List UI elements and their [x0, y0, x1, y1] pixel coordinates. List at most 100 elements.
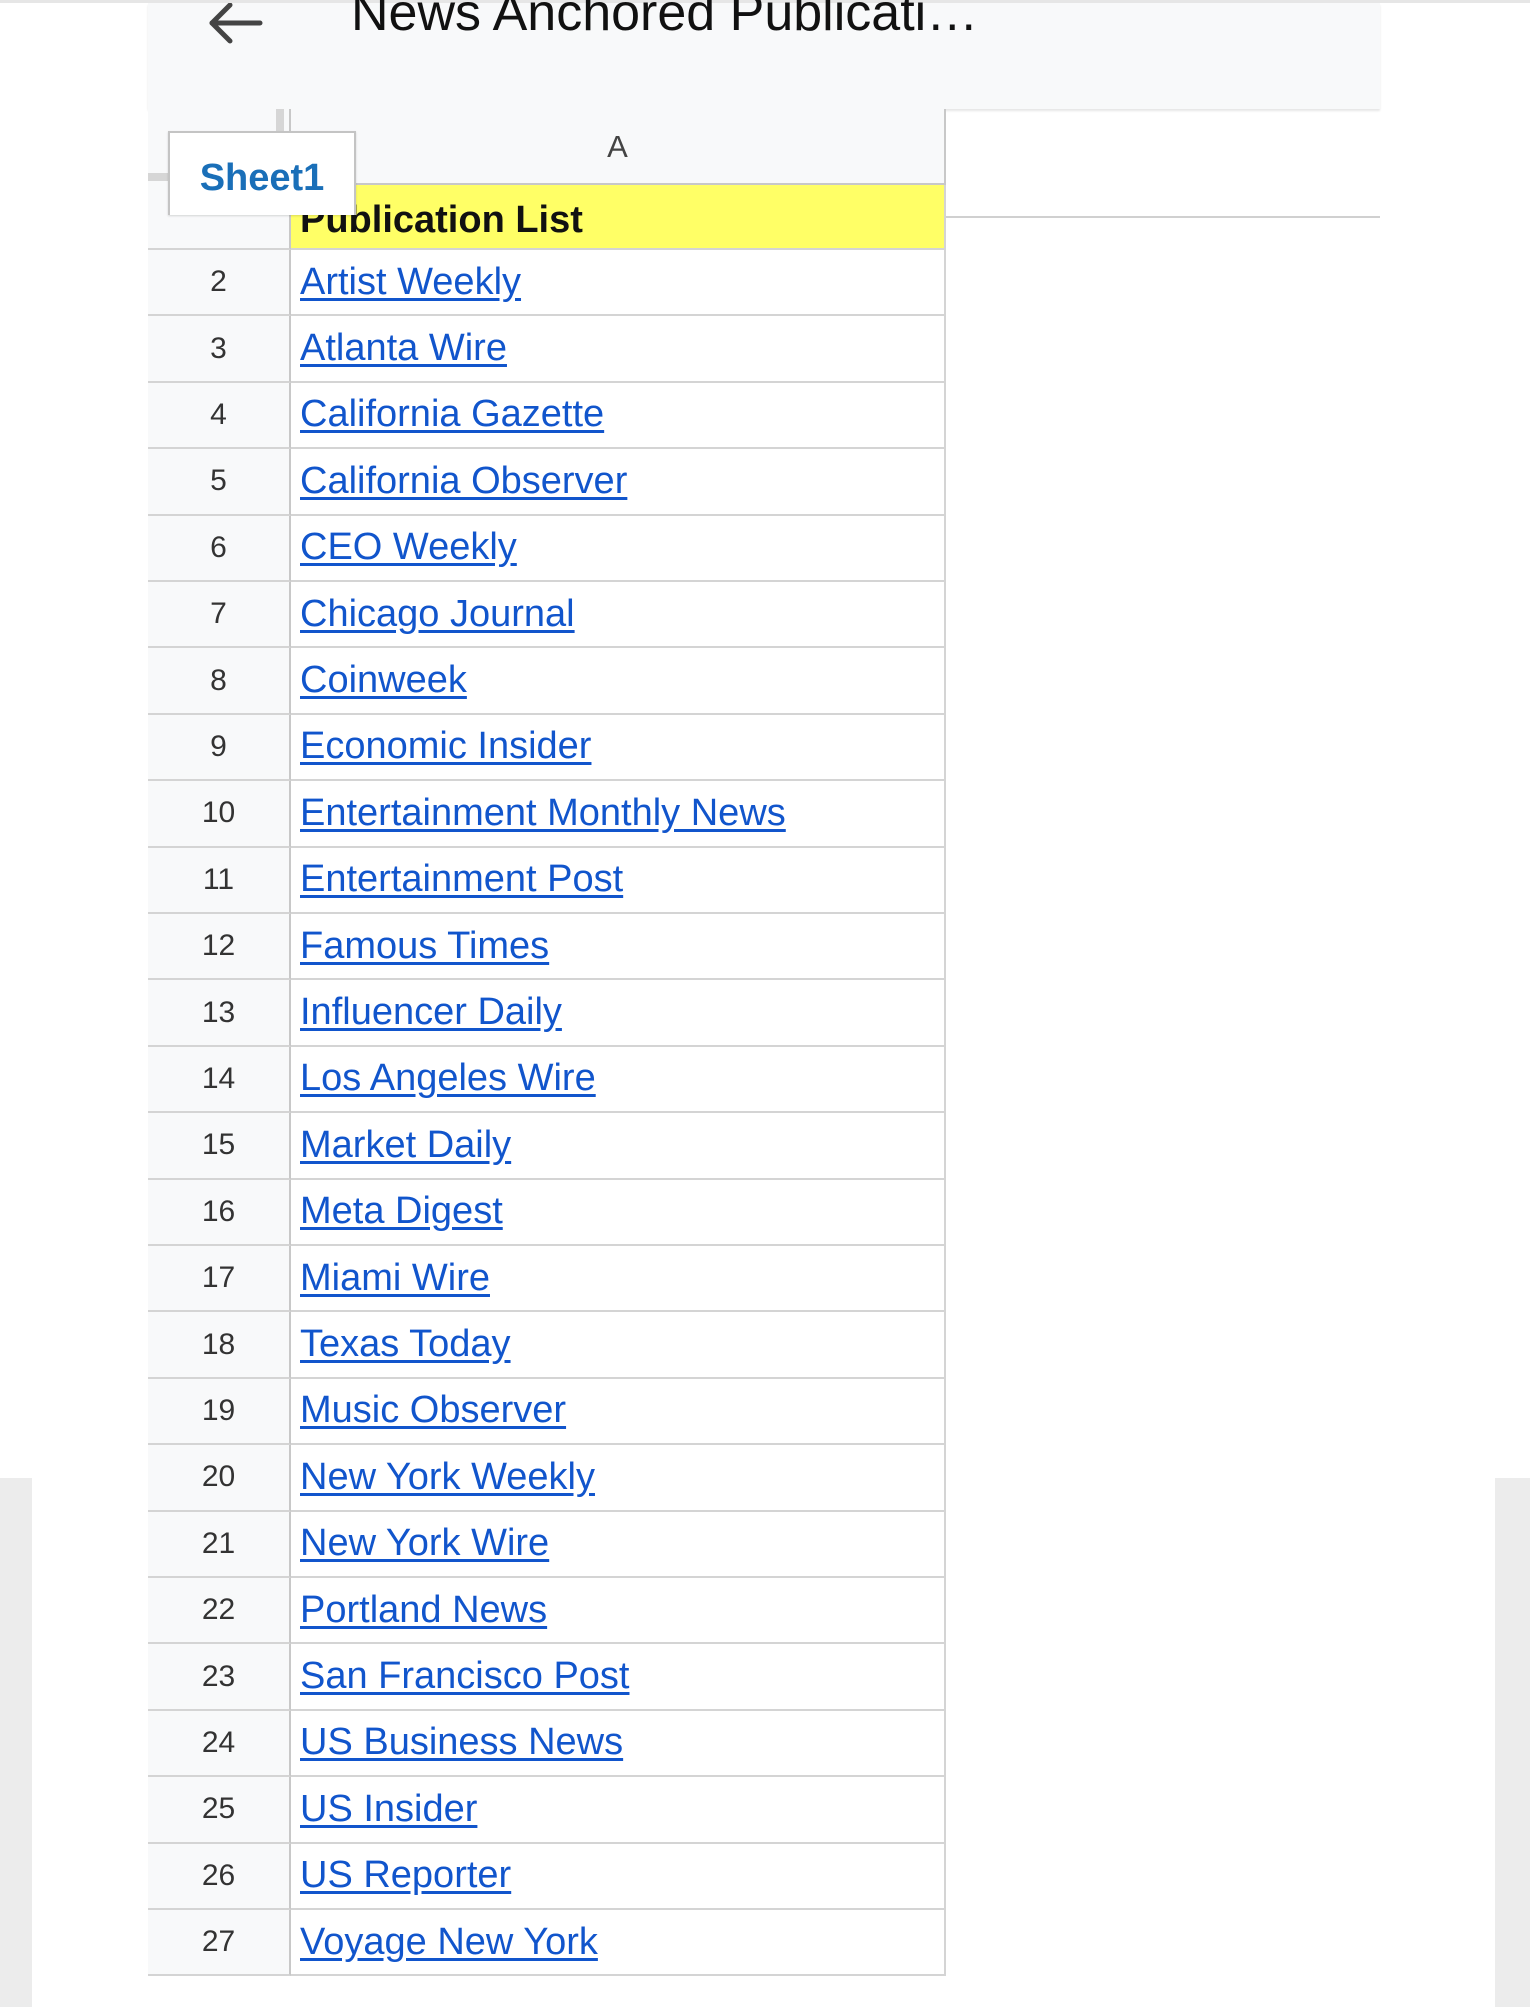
- publication-link[interactable]: Chicago Journal: [300, 593, 575, 636]
- row-number[interactable]: 25: [148, 1777, 291, 1844]
- row-number[interactable]: 21: [148, 1511, 291, 1578]
- publication-link[interactable]: Market Daily: [300, 1124, 511, 1167]
- publication-cell[interactable]: Economic Insider: [291, 714, 946, 782]
- publication-cell[interactable]: Los Angeles Wire: [291, 1046, 946, 1114]
- publication-link[interactable]: Los Angeles Wire: [300, 1057, 596, 1100]
- publication-link[interactable]: California Observer: [300, 460, 627, 503]
- publication-cell[interactable]: Music Observer: [291, 1378, 946, 1446]
- publication-cell[interactable]: US Business News: [291, 1710, 946, 1778]
- row-number[interactable]: 3: [148, 316, 291, 383]
- publication-link[interactable]: California Gazette: [300, 393, 604, 436]
- row-number[interactable]: 11: [148, 847, 291, 914]
- table-row: 19 Music Observer: [148, 1378, 946, 1446]
- table-row: 4 California Gazette: [148, 382, 946, 450]
- publication-cell[interactable]: Portland News: [291, 1578, 946, 1645]
- publication-cell[interactable]: Famous Times: [291, 914, 946, 981]
- publication-cell[interactable]: US Insider: [291, 1777, 946, 1844]
- row-number[interactable]: 8: [148, 648, 291, 715]
- publication-cell[interactable]: California Gazette: [291, 382, 946, 450]
- header-cell[interactable]: Publication List: [291, 185, 946, 250]
- publication-cell[interactable]: Texas Today: [291, 1312, 946, 1379]
- publication-cell[interactable]: Entertainment Post: [291, 847, 946, 914]
- back-button[interactable]: [206, 3, 266, 47]
- publication-cell[interactable]: Voyage New York: [291, 1910, 946, 1977]
- table-row: 16 Meta Digest: [148, 1179, 946, 1246]
- row-number[interactable]: 17: [148, 1246, 291, 1313]
- publication-cell[interactable]: US Reporter: [291, 1843, 946, 1910]
- row-number[interactable]: 22: [148, 1578, 291, 1645]
- publication-cell[interactable]: San Francisco Post: [291, 1644, 946, 1711]
- row-number[interactable]: 12: [148, 914, 291, 981]
- publication-cell[interactable]: New York Wire: [291, 1511, 946, 1578]
- row-number[interactable]: 6: [148, 515, 291, 582]
- row-number[interactable]: 18: [148, 1312, 291, 1379]
- table-row: 6 CEO Weekly: [148, 515, 946, 582]
- table-row: 21 New York Wire: [148, 1511, 946, 1578]
- publication-link[interactable]: Influencer Daily: [300, 991, 562, 1034]
- row-number[interactable]: 16: [148, 1179, 291, 1246]
- publication-link[interactable]: US Reporter: [300, 1854, 511, 1897]
- row-number[interactable]: 19: [148, 1378, 291, 1446]
- publication-link[interactable]: New York Weekly: [300, 1456, 595, 1499]
- publication-cell[interactable]: New York Weekly: [291, 1445, 946, 1512]
- table-row: 11 Entertainment Post: [148, 847, 946, 914]
- table-row: 23 San Francisco Post: [148, 1644, 946, 1711]
- table-row: 3 Atlanta Wire: [148, 316, 946, 383]
- row-number[interactable]: 9: [148, 714, 291, 782]
- publication-link[interactable]: Voyage New York: [300, 1921, 598, 1964]
- publication-cell[interactable]: California Observer: [291, 449, 946, 516]
- publication-cell[interactable]: Influencer Daily: [291, 980, 946, 1047]
- publication-link[interactable]: San Francisco Post: [300, 1655, 629, 1698]
- publication-link[interactable]: Artist Weekly: [300, 261, 521, 304]
- right-gutter: [1495, 1478, 1530, 2007]
- table-row: 22 Portland News: [148, 1578, 946, 1645]
- table-row: 8 Coinweek: [148, 648, 946, 715]
- publication-cell[interactable]: Entertainment Monthly News: [291, 781, 946, 848]
- publication-cell[interactable]: Chicago Journal: [291, 582, 946, 649]
- table-row: 7 Chicago Journal: [148, 582, 946, 649]
- publication-cell[interactable]: Meta Digest: [291, 1179, 946, 1246]
- row-number[interactable]: 15: [148, 1113, 291, 1180]
- publication-link[interactable]: Miami Wire: [300, 1257, 490, 1300]
- table-row: 14 Los Angeles Wire: [148, 1046, 946, 1114]
- publication-cell[interactable]: Artist Weekly: [291, 250, 946, 317]
- publication-link[interactable]: US Business News: [300, 1721, 623, 1764]
- publication-link[interactable]: Texas Today: [300, 1323, 511, 1366]
- publication-link[interactable]: Music Observer: [300, 1389, 566, 1432]
- publication-link[interactable]: CEO Weekly: [300, 526, 517, 569]
- publication-link[interactable]: Meta Digest: [300, 1190, 503, 1233]
- publication-link[interactable]: Coinweek: [300, 659, 467, 702]
- publication-link[interactable]: Portland News: [300, 1589, 547, 1632]
- publication-link[interactable]: Economic Insider: [300, 725, 591, 768]
- column-header-a[interactable]: A: [291, 109, 946, 185]
- publication-link[interactable]: New York Wire: [300, 1522, 549, 1565]
- row-number[interactable]: 24: [148, 1710, 291, 1778]
- publication-cell[interactable]: Market Daily: [291, 1113, 946, 1180]
- row-number[interactable]: 2: [148, 250, 291, 317]
- publication-link[interactable]: Entertainment Monthly News: [300, 792, 786, 835]
- publication-link[interactable]: US Insider: [300, 1788, 477, 1831]
- publication-cell[interactable]: Atlanta Wire: [291, 316, 946, 383]
- row-number[interactable]: 27: [148, 1910, 291, 1977]
- publication-cell[interactable]: Coinweek: [291, 648, 946, 715]
- sheet-tab[interactable]: Sheet1: [168, 131, 356, 215]
- row-number[interactable]: 10: [148, 781, 291, 848]
- row-number[interactable]: 7: [148, 582, 291, 649]
- header-divider: [946, 216, 1380, 218]
- row-number[interactable]: 14: [148, 1046, 291, 1114]
- publication-cell[interactable]: CEO Weekly: [291, 515, 946, 582]
- table-row: 15 Market Daily: [148, 1113, 946, 1180]
- row-number[interactable]: 4: [148, 382, 291, 450]
- row-number[interactable]: 20: [148, 1445, 291, 1512]
- publication-link[interactable]: Entertainment Post: [300, 858, 623, 901]
- publication-link[interactable]: Atlanta Wire: [300, 327, 507, 370]
- table-row: 20 New York Weekly: [148, 1445, 946, 1512]
- row-number[interactable]: 26: [148, 1843, 291, 1910]
- publication-link[interactable]: Famous Times: [300, 925, 549, 968]
- table-row: 18 Texas Today: [148, 1312, 946, 1379]
- document-title: News Anchored Publicati…: [351, 0, 979, 42]
- publication-cell[interactable]: Miami Wire: [291, 1246, 946, 1313]
- row-number[interactable]: 23: [148, 1644, 291, 1711]
- row-number[interactable]: 5: [148, 449, 291, 516]
- row-number[interactable]: 13: [148, 980, 291, 1047]
